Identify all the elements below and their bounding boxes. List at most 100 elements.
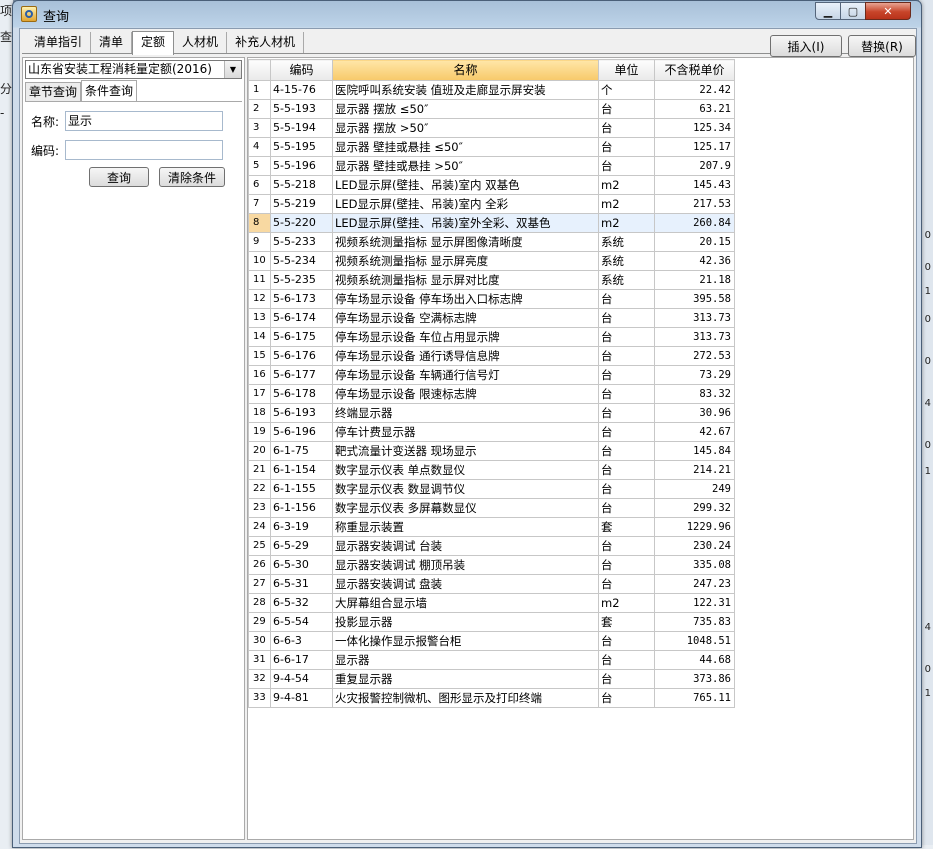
column-header-row-number[interactable] (248, 59, 271, 81)
cell-unit[interactable]: m2 (598, 194, 655, 214)
column-header-unit[interactable]: 单位 (598, 59, 655, 81)
cell-unit-price[interactable]: 73.29 (654, 365, 735, 385)
table-row[interactable]: 6 5-5-218 LED显示屏(壁挂、吊装)室内 双基色 m2 145.43 (248, 175, 735, 195)
cell-unit-price[interactable]: 299.32 (654, 498, 735, 518)
cell-row-number[interactable]: 27 (248, 574, 271, 594)
cell-unit[interactable]: 台 (598, 460, 655, 480)
cell-quota-name[interactable]: 显示器安装调试 盘装 (332, 574, 599, 594)
cell-unit-price[interactable]: 42.67 (654, 422, 735, 442)
cell-row-number[interactable]: 26 (248, 555, 271, 575)
cell-quota-code[interactable]: 5-6-176 (270, 346, 333, 366)
cell-unit[interactable]: 台 (598, 650, 655, 670)
table-row[interactable]: 24 6-3-19 称重显示装置套 1229.96 (248, 517, 735, 537)
cell-quota-code[interactable]: 6-1-156 (270, 498, 333, 518)
cell-unit[interactable]: m2 (598, 593, 655, 613)
cell-unit[interactable]: 台 (598, 574, 655, 594)
insert-button[interactable]: 插入(I) (770, 35, 842, 57)
cell-unit[interactable]: 台 (598, 327, 655, 347)
cell-row-number[interactable]: 14 (248, 327, 271, 347)
tab-labor-material-machine[interactable]: 人材机 (174, 32, 228, 53)
cell-unit[interactable]: m2 (598, 175, 655, 195)
cell-unit[interactable]: 套 (598, 612, 655, 632)
maximize-button[interactable]: ▢ (840, 2, 866, 20)
cell-unit[interactable]: m2 (598, 213, 655, 233)
table-row[interactable]: 1 4-15-76 医院呼叫系统安装 值班及走廊显示屏安装个 22.42 (248, 80, 735, 100)
cell-quota-name[interactable]: 数字显示仪表 单点数显仪 (332, 460, 599, 480)
cell-quota-name[interactable]: 重复显示器 (332, 669, 599, 689)
cell-unit-price[interactable]: 313.73 (654, 308, 735, 328)
cell-quota-name[interactable]: 火灾报警控制微机、图形显示及打印终端 (332, 688, 599, 708)
cell-quota-code[interactable]: 6-5-29 (270, 536, 333, 556)
table-row[interactable]: 12 5-6-173 停车场显示设备 停车场出入口标志牌台 395.58 (248, 289, 735, 309)
cell-unit[interactable]: 台 (598, 688, 655, 708)
cell-row-number[interactable]: 30 (248, 631, 271, 651)
cell-row-number[interactable]: 17 (248, 384, 271, 404)
clear-conditions-button[interactable]: 清除条件 (159, 167, 225, 187)
cell-quota-name[interactable]: 靶式流量计变送器 现场显示 (332, 441, 599, 461)
cell-unit[interactable]: 台 (598, 479, 655, 499)
table-row[interactable]: 9 5-5-233 视频系统测量指标 显示屏图像清晰度 系统 20.15 (248, 232, 735, 252)
cell-quota-code[interactable]: 5-5-193 (270, 99, 333, 119)
cell-quota-code[interactable]: 5-5-194 (270, 118, 333, 138)
cell-quota-code[interactable]: 5-6-196 (270, 422, 333, 442)
cell-row-number[interactable]: 31 (248, 650, 271, 670)
cell-unit[interactable]: 台 (598, 137, 655, 157)
cell-quota-code[interactable]: 6-6-3 (270, 631, 333, 651)
cell-quota-code[interactable]: 6-3-19 (270, 517, 333, 537)
cell-unit-price[interactable]: 42.36 (654, 251, 735, 271)
column-header-name[interactable]: 名称 (332, 59, 599, 81)
cell-unit[interactable]: 台 (598, 99, 655, 119)
cell-quota-code[interactable]: 5-6-175 (270, 327, 333, 347)
cell-quota-name[interactable]: 视频系统测量指标 显示屏亮度 (332, 251, 599, 271)
cell-row-number[interactable]: 29 (248, 612, 271, 632)
cell-unit-price[interactable]: 145.43 (654, 175, 735, 195)
cell-row-number[interactable]: 24 (248, 517, 271, 537)
cell-unit-price[interactable]: 1048.51 (654, 631, 735, 651)
cell-quota-name[interactable]: 称重显示装置 (332, 517, 599, 537)
cell-quota-name[interactable]: 终端显示器 (332, 403, 599, 423)
cell-quota-code[interactable]: 5-6-193 (270, 403, 333, 423)
replace-button[interactable]: 替换(R) (848, 35, 916, 57)
cell-quota-name[interactable]: 大屏幕组合显示墙 (332, 593, 599, 613)
cell-quota-code[interactable]: 5-6-177 (270, 365, 333, 385)
query-button[interactable]: 查询 (89, 167, 149, 187)
cell-row-number[interactable]: 13 (248, 308, 271, 328)
cell-row-number[interactable]: 33 (248, 688, 271, 708)
table-row[interactable]: 18 5-6-193 终端显示器台 30.96 (248, 403, 735, 423)
cell-row-number[interactable]: 8 (248, 213, 271, 233)
cell-row-number[interactable]: 1 (248, 80, 271, 100)
cell-quota-name[interactable]: 停车场显示设备 通行诱导信息牌 (332, 346, 599, 366)
table-row[interactable]: 25 6-5-29 显示器安装调试 台装台 230.24 (248, 536, 735, 556)
cell-unit-price[interactable]: 1229.96 (654, 517, 735, 537)
cell-unit[interactable]: 套 (598, 517, 655, 537)
cell-quota-name[interactable]: 视频系统测量指标 显示屏图像清晰度 (332, 232, 599, 252)
cell-quota-code[interactable]: 5-5-234 (270, 251, 333, 271)
cell-unit-price[interactable]: 373.86 (654, 669, 735, 689)
cell-row-number[interactable]: 9 (248, 232, 271, 252)
cell-unit-price[interactable]: 125.17 (654, 137, 735, 157)
quota-library-select[interactable]: 山东省安装工程消耗量定额(2016) ▼ (25, 60, 242, 79)
cell-unit[interactable]: 台 (598, 536, 655, 556)
cell-row-number[interactable]: 28 (248, 593, 271, 613)
column-header-code[interactable]: 编码 (270, 59, 333, 81)
cell-row-number[interactable]: 11 (248, 270, 271, 290)
cell-quota-code[interactable]: 5-5-233 (270, 232, 333, 252)
tab-list[interactable]: 清单 (91, 32, 133, 53)
cell-quota-name[interactable]: 显示器 壁挂或悬挂 >50″ (332, 156, 599, 176)
cell-unit-price[interactable]: 207.9 (654, 156, 735, 176)
cell-unit[interactable]: 系统 (598, 251, 655, 271)
cell-unit[interactable]: 台 (598, 555, 655, 575)
cell-quota-name[interactable]: 停车场显示设备 车辆通行信号灯 (332, 365, 599, 385)
table-row[interactable]: 16 5-6-177 停车场显示设备 车辆通行信号灯台 73.29 (248, 365, 735, 385)
cell-quota-code[interactable]: 5-5-235 (270, 270, 333, 290)
cell-quota-name[interactable]: 停车场显示设备 限速标志牌 (332, 384, 599, 404)
cell-quota-code[interactable]: 6-1-154 (270, 460, 333, 480)
cell-quota-name[interactable]: 医院呼叫系统安装 值班及走廊显示屏安装 (332, 80, 599, 100)
cell-row-number[interactable]: 19 (248, 422, 271, 442)
cell-unit[interactable]: 台 (598, 669, 655, 689)
table-row[interactable]: 4 5-5-195 显示器 壁挂或悬挂 ≤50″ 台 125.17 (248, 137, 735, 157)
cell-unit-price[interactable]: 122.31 (654, 593, 735, 613)
cell-unit-price[interactable]: 247.23 (654, 574, 735, 594)
cell-quota-code[interactable]: 4-15-76 (270, 80, 333, 100)
cell-quota-name[interactable]: 停车场显示设备 空满标志牌 (332, 308, 599, 328)
